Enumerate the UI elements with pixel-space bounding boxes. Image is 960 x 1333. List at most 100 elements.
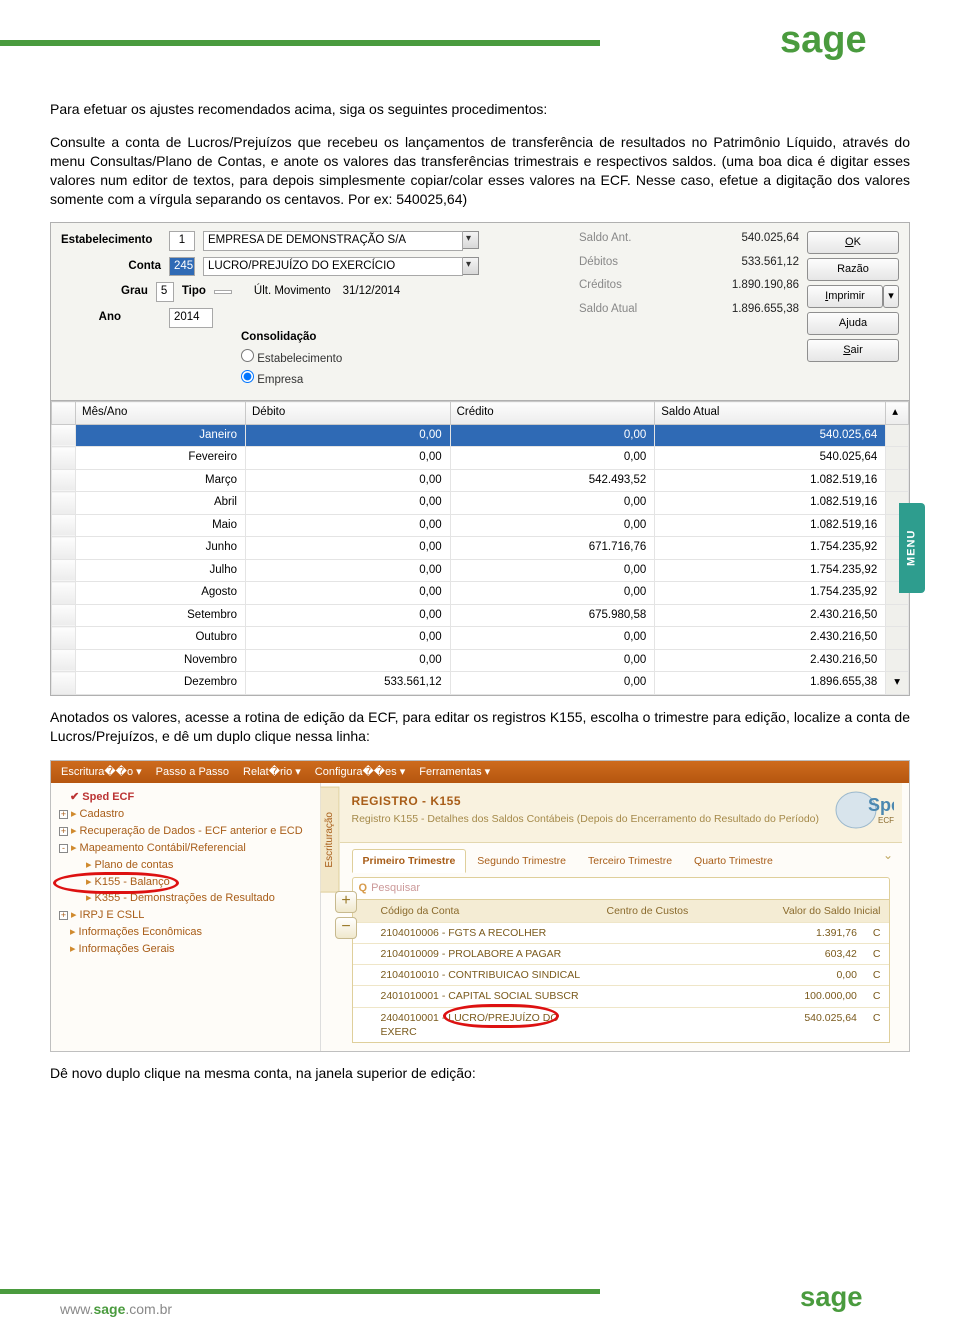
menu-item[interactable]: Relat�rio ▾ — [243, 766, 301, 778]
registro-title: REGISTRO - K155 — [352, 793, 890, 809]
tab-trimestre[interactable]: Terceiro Trimestre — [577, 849, 683, 873]
conta-nome-field[interactable]: LUCRO/PREJUÍZO DO EXERCÍCIO — [203, 257, 463, 277]
conta-row[interactable]: 2404010001 - LUCRO/PREJUÍZO DO EXERC540.… — [353, 1007, 889, 1042]
imprimir-dropdown[interactable]: ▾ — [883, 285, 899, 308]
escrituracao-vtab[interactable]: Escrituração — [321, 787, 340, 893]
label-tipo: Tipo — [182, 284, 206, 300]
summary-panel: Saldo Ant.540.025,64 Débitos533.561,12 C… — [579, 231, 799, 396]
imprimir-button[interactable]: Imprimir — [807, 285, 883, 308]
table-row[interactable]: Janeiro0,000,00540.025,64 — [52, 424, 909, 447]
val-debitos: 533.561,12 — [741, 255, 799, 271]
conta-row[interactable]: 2104010006 - FGTS A RECOLHER1.391,76C — [353, 922, 889, 943]
table-row[interactable]: Maio0,000,001.082.519,16 — [52, 514, 909, 537]
col-saldo[interactable]: Saldo Atual — [655, 402, 886, 425]
table-row[interactable]: Dezembro533.561,120,001.896.655,38▾ — [52, 672, 909, 695]
col-credito[interactable]: Crédito — [450, 402, 655, 425]
conta-combo-arrow[interactable] — [463, 257, 479, 275]
paragraph-1: Para efetuar os ajustes recomendados aci… — [50, 100, 910, 119]
estab-num-field[interactable]: 1 — [169, 231, 195, 251]
search-icon: Q — [359, 882, 368, 894]
radio-empresa[interactable]: Empresa — [241, 370, 571, 389]
lbl-saldo-atual: Saldo Atual — [579, 302, 637, 318]
tree-item[interactable]: ▸Informações Gerais — [55, 941, 316, 958]
table-row[interactable]: Fevereiro0,000,00540.025,64 — [52, 447, 909, 470]
label-ano: Ano — [61, 310, 161, 326]
tree-item[interactable]: ▸Informações Econômicas — [55, 924, 316, 941]
table-row[interactable]: Setembro0,00675.980,582.430.216,50 — [52, 604, 909, 627]
label-ult-mov: Últ. Movimento — [254, 284, 331, 300]
tab-trimestre[interactable]: Segundo Trimestre — [466, 849, 577, 873]
footer-green-bar — [0, 1289, 600, 1294]
svg-text:ECF: ECF — [878, 816, 894, 825]
table-row[interactable]: Junho0,00671.716,761.754.235,92 — [52, 537, 909, 560]
col-valor-inicial[interactable]: Valor do Saldo Inicial — [739, 900, 889, 922]
scroll-up-icon[interactable]: ▴ — [886, 402, 909, 425]
tab-trimestre[interactable]: Quarto Trimestre — [683, 849, 784, 873]
val-saldo-atual: 1.896.655,38 — [732, 302, 799, 318]
tree-item[interactable]: ✔ Sped ECF — [55, 789, 316, 806]
remove-row-button[interactable]: − — [335, 917, 357, 939]
movimentos-grid: Mês/Ano Débito Crédito Saldo Atual ▴ Jan… — [51, 400, 909, 695]
conta-row[interactable]: 2401010001 - CAPITAL SOCIAL SUBSCR100.00… — [353, 985, 889, 1006]
tree-item[interactable]: ▸Plano de contas — [55, 857, 316, 874]
col-debito[interactable]: Débito — [246, 402, 451, 425]
svg-text:Spe: Spe — [868, 795, 894, 815]
razao-button[interactable]: Razão — [807, 258, 899, 281]
table-row[interactable]: Novembro0,000,002.430.216,50 — [52, 649, 909, 672]
table-row[interactable]: Julho0,000,001.754.235,92 — [52, 559, 909, 582]
add-row-button[interactable]: + — [335, 891, 357, 913]
grau-field[interactable]: 5 — [156, 282, 174, 302]
menu-item[interactable]: Configura��es ▾ — [315, 766, 405, 778]
tree-item[interactable]: ▸K155 - Balanço — [55, 874, 316, 891]
paragraph-3: Anotados os valores, acesse a rotina de … — [50, 708, 910, 746]
ok-button[interactable]: OK — [807, 231, 899, 254]
chevron-down-icon[interactable]: ⌄ — [883, 847, 893, 863]
svg-text:sage: sage — [800, 1281, 862, 1312]
trimestre-tabs: Primeiro TrimestreSegundo TrimestreTerce… — [340, 843, 902, 873]
menu-item[interactable]: Ferramentas ▾ — [419, 766, 490, 778]
menu-item[interactable]: Escritura��o ▾ — [61, 766, 142, 778]
menu-side-tab[interactable]: MENU — [899, 503, 925, 593]
table-row[interactable]: Outubro0,000,002.430.216,50 — [52, 627, 909, 650]
conta-row[interactable]: 2104010009 - PROLABORE A PAGAR603,42C — [353, 943, 889, 964]
tree-item[interactable]: +▸Cadastro — [55, 806, 316, 823]
label-conta: Conta — [61, 259, 161, 275]
conta-row[interactable]: 2104010010 - CONTRIBUICAO SINDICAL0,00C — [353, 964, 889, 985]
table-row[interactable]: Março0,00542.493,521.082.519,16 — [52, 469, 909, 492]
paragraph-2: Consulte a conta de Lucros/Prejuízos que… — [50, 133, 910, 209]
tree-item[interactable]: -▸Mapeamento Contábil/Referencial — [55, 840, 316, 857]
radio-estabelecimento[interactable]: Estabelecimento — [241, 349, 571, 368]
tree-item[interactable]: +▸IRPJ E CSLL — [55, 907, 316, 924]
conta-num-field[interactable]: 245 — [169, 257, 195, 277]
consolidacao-group: Consolidação Estabelecimento Empresa — [241, 330, 571, 397]
menu-item[interactable]: Passo a Passo — [156, 766, 229, 778]
sair-button[interactable]: Sair — [807, 339, 899, 362]
ajuda-button[interactable]: Ajuda — [807, 312, 899, 335]
header-green-bar — [0, 40, 600, 46]
search-bar[interactable]: QPesquisar ⌄ — [352, 877, 890, 900]
lbl-debitos: Débitos — [579, 255, 618, 271]
col-centro-custos[interactable]: Centro de Custos — [599, 900, 739, 922]
tab-trimestre[interactable]: Primeiro Trimestre — [352, 849, 467, 873]
sage-logo-footer: sage — [800, 1277, 920, 1326]
spe-badge: SpeECF — [834, 789, 894, 836]
plano-contas-window: Estabelecimento 1 EMPRESA DE DEMONSTRAÇÃ… — [50, 222, 910, 695]
col-mes[interactable]: Mês/Ano — [76, 402, 246, 425]
tree-item[interactable]: +▸Recuperação de Dados - ECF anterior e … — [55, 823, 316, 840]
estab-nome-field[interactable]: EMPRESA DE DEMONSTRAÇÃO S/A — [203, 231, 463, 251]
ult-mov-field: 31/12/2014 — [339, 283, 419, 301]
estab-combo-arrow[interactable] — [463, 231, 479, 249]
label-estabelecimento: Estabelecimento — [61, 233, 161, 249]
table-row[interactable]: Abril0,000,001.082.519,16 — [52, 492, 909, 515]
registro-header: REGISTRO - K155 Registro K155 - Detalhes… — [340, 783, 902, 842]
table-row[interactable]: Agosto0,000,001.754.235,92 — [52, 582, 909, 605]
col-codigo-conta[interactable]: Código da Conta — [373, 900, 599, 922]
paragraph-4: Dê novo duplo clique na mesma conta, na … — [50, 1064, 910, 1083]
tipo-field[interactable] — [214, 290, 232, 294]
label-grau: Grau — [121, 284, 148, 300]
ano-field[interactable]: 2014 — [169, 308, 213, 328]
tree-item[interactable]: ▸K355 - Demonstrações de Resultado — [55, 890, 316, 907]
val-saldo-ant: 540.025,64 — [741, 231, 799, 247]
page-header: sage — [0, 0, 960, 80]
lbl-saldo-ant: Saldo Ant. — [579, 231, 631, 247]
